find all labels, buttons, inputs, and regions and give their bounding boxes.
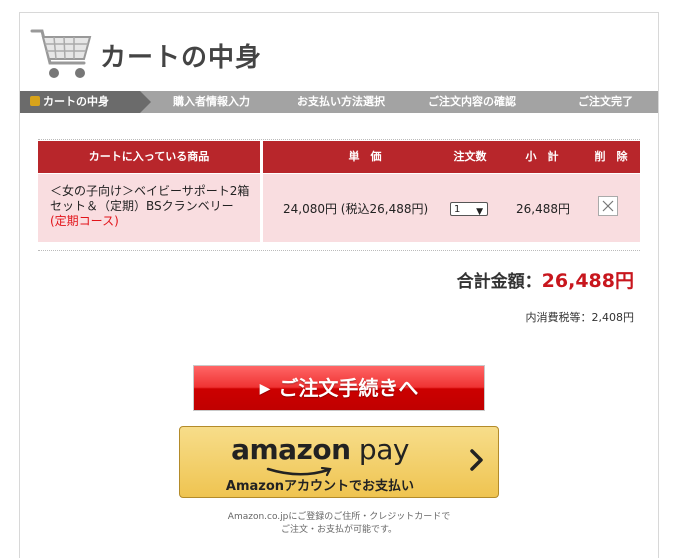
amazon-pay-button[interactable]: amazon pay Amazonアカウントでお支払い <box>179 426 499 498</box>
item-course: (定期コース) <box>50 214 119 228</box>
amazon-pay-note: Amazon.co.jpにご登録のご住所・クレジットカードで ご注文・お支払が可… <box>227 512 451 535</box>
tax-amount: 内消費税等：2,408円 <box>525 311 635 324</box>
step-payment-method: お支払い方法選択 <box>297 95 385 108</box>
cart-table: カートに入っている商品 単 価 注文数 小 計 削 除 ＜女の子向け＞ベイビーサ… <box>38 139 640 242</box>
quantity-value: 1 <box>454 204 461 215</box>
item-name: ＜女の子向け＞ベイビーサポート2箱セット＆（定期）BSクランベリー (定期コース… <box>50 184 250 229</box>
table-row: ＜女の子向け＞ベイビーサポート2箱セット＆（定期）BSクランベリー (定期コース… <box>38 174 640 242</box>
item-subtotal: 26,488円 <box>516 202 570 216</box>
step-cart: カートの中身 <box>20 91 151 113</box>
delete-button[interactable] <box>598 196 618 216</box>
close-icon <box>602 200 614 212</box>
total-label: 合計金額： <box>456 272 542 292</box>
item-price: 24,080円 (税込26,488円) <box>283 202 429 216</box>
header-item: カートに入っている商品 <box>88 150 210 163</box>
amazon-pay-logo: amazon pay <box>231 433 409 466</box>
chevron-down-icon: ▼ <box>476 207 483 217</box>
checkout-steps: カートの中身 購入者情報入力 お支払い方法選択 ご注文内容の確認 ご注文完了 <box>20 91 658 113</box>
step-confirm: ご注文内容の確認 <box>428 95 516 108</box>
header-price: 単 価 <box>348 150 382 163</box>
cart-page: カートの中身 カートの中身 購入者情報入力 お支払い方法選択 ご注文内容の確認 … <box>19 12 659 558</box>
step-complete: ご注文完了 <box>578 95 633 108</box>
header-qty: 注文数 <box>453 150 487 163</box>
page-title: カートの中身 <box>100 43 263 73</box>
step-buyer-info: 購入者情報入力 <box>173 95 250 108</box>
proceed-label: ご注文手続きへ <box>278 376 419 400</box>
total-amount: 合計金額：26,488円 <box>457 266 634 293</box>
proceed-to-checkout-button[interactable]: ▶ ご注文手続きへ <box>193 365 485 411</box>
total-value: 26,488円 <box>541 270 634 292</box>
chevron-right-icon <box>470 449 483 471</box>
step-cart-label: カートの中身 <box>43 95 109 108</box>
page-header: カートの中身 <box>20 13 658 91</box>
play-triangle-icon: ▶ <box>259 381 271 397</box>
amazon-pay-label: Amazonアカウントでお支払い <box>225 479 415 494</box>
shopping-cart-icon <box>30 23 94 83</box>
header-subtotal: 小 計 <box>525 150 559 163</box>
quantity-select[interactable]: 1 ▼ <box>450 202 488 217</box>
item-title: ＜女の子向け＞ベイビーサポート2箱セット＆（定期）BSクランベリー <box>50 184 250 213</box>
check-icon <box>30 96 40 106</box>
header-delete: 削 除 <box>594 150 628 163</box>
table-header: カートに入っている商品 単 価 注文数 小 計 削 除 <box>38 141 640 173</box>
